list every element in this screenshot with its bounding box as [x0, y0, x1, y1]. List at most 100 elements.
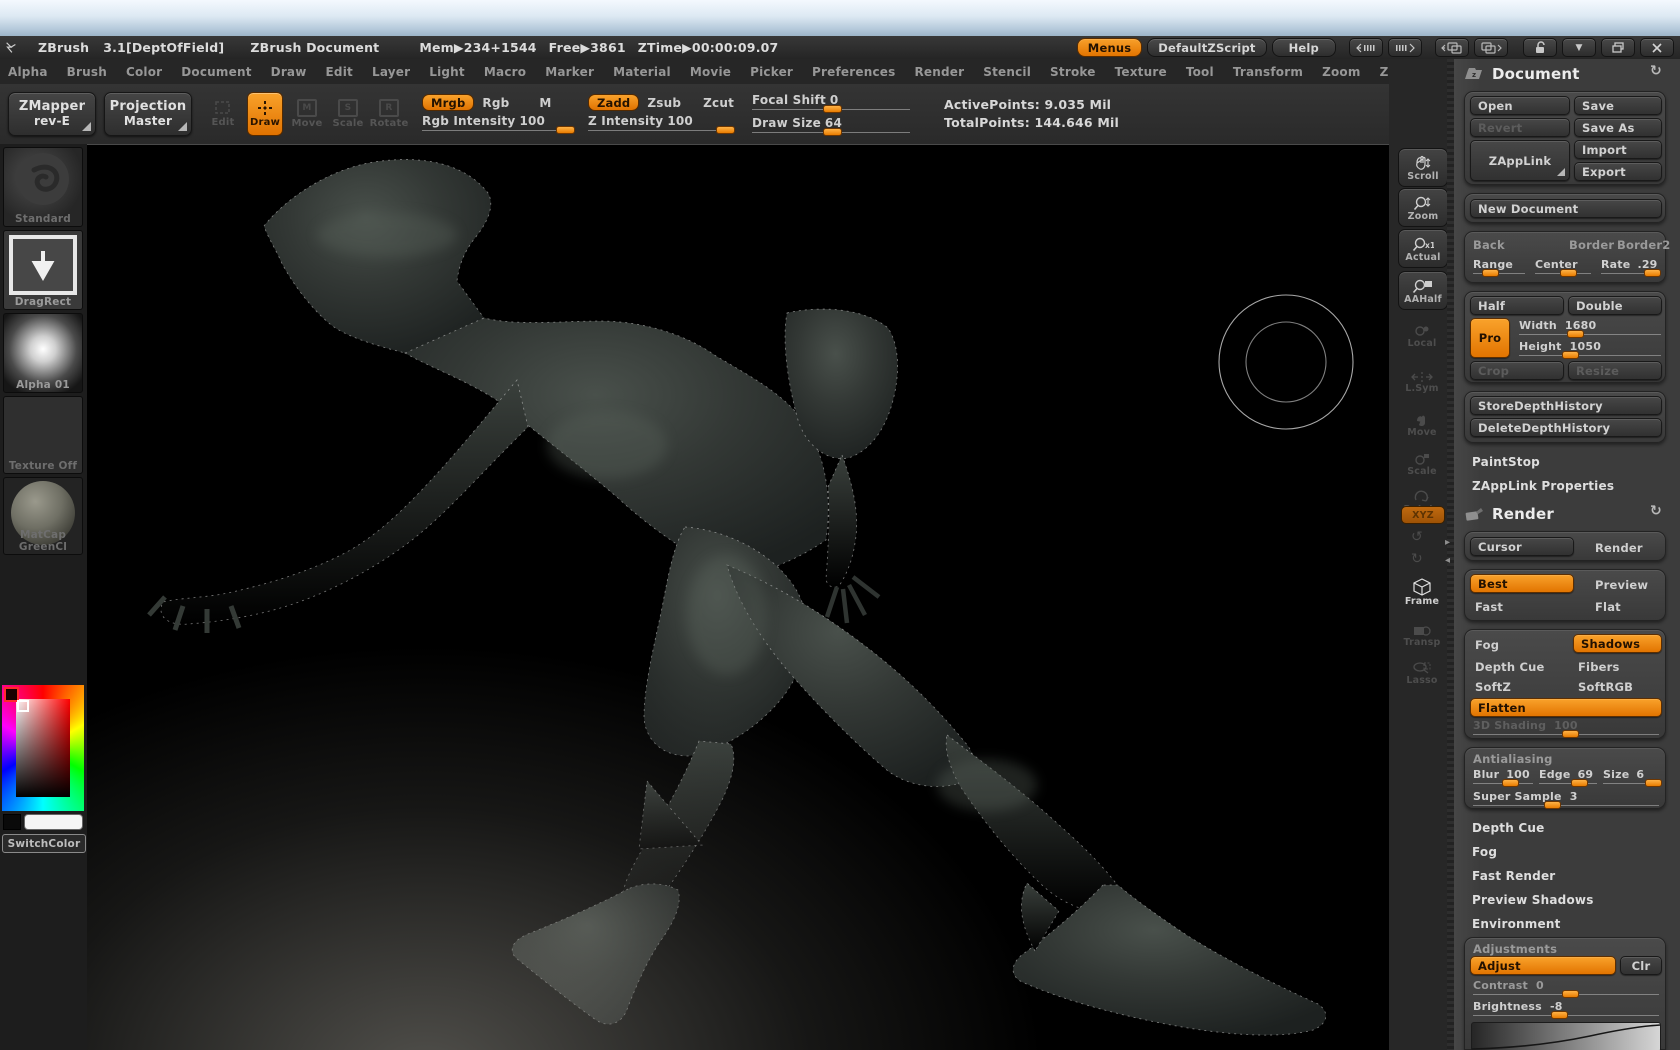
contrast-slider[interactable]: Contrast 0: [1473, 979, 1659, 998]
divider-expand-icon[interactable]: ▸: [1445, 537, 1450, 548]
super-sample-slider[interactable]: Super Sample 3: [1473, 790, 1659, 809]
restore-button[interactable]: [1601, 38, 1635, 57]
save-as-button[interactable]: Save As: [1574, 118, 1662, 137]
menu-item-movie[interactable]: Movie: [690, 65, 731, 79]
menu-item-draw[interactable]: Draw: [271, 65, 307, 79]
frame-button[interactable]: Frame: [1398, 573, 1446, 610]
spin-y-icon[interactable]: ↺: [1411, 529, 1423, 545]
rate-slider[interactable]: Rate .29: [1601, 258, 1661, 277]
menu-item-preferences[interactable]: Preferences: [812, 65, 895, 79]
render-reset-icon[interactable]: ↻: [1650, 503, 1662, 519]
zadd-button[interactable]: Zadd: [588, 94, 639, 111]
environment-section[interactable]: Environment: [1472, 917, 1561, 931]
scroll-tool-button[interactable]: Scroll: [1398, 148, 1448, 187]
fast-render-section[interactable]: Fast Render: [1472, 869, 1555, 883]
m-button[interactable]: M: [539, 96, 551, 110]
document-panel-header[interactable]: z Document ↻: [1464, 63, 1670, 85]
menu-item-texture[interactable]: Texture: [1115, 65, 1167, 79]
menu-item-macro[interactable]: Macro: [484, 65, 526, 79]
zapplink-properties-section[interactable]: ZAppLink Properties: [1472, 479, 1614, 493]
menu-item-material[interactable]: Material: [613, 65, 671, 79]
softrgb-toggle[interactable]: SoftRGB: [1578, 680, 1633, 694]
resize-button[interactable]: Resize: [1568, 361, 1662, 380]
menus-toggle-button[interactable]: Menus: [1077, 38, 1142, 57]
aahalf-button[interactable]: AAHalf: [1398, 271, 1448, 310]
brush-thumbnail[interactable]: Standard: [3, 147, 83, 227]
delete-depth-history-button[interactable]: DeleteDepthHistory: [1470, 418, 1662, 437]
menu-item-picker[interactable]: Picker: [750, 65, 793, 79]
revert-button[interactable]: Revert: [1470, 118, 1570, 137]
material-thumbnail[interactable]: MatCap GreenCl: [3, 477, 83, 555]
store-depth-history-button[interactable]: StoreDepthHistory: [1470, 396, 1662, 415]
divider-collapse-icon[interactable]: ◂: [1445, 555, 1450, 566]
strip-move-button[interactable]: Move: [1398, 406, 1446, 443]
lsym-button[interactable]: L.Sym: [1398, 363, 1446, 400]
zmapper-button[interactable]: ZMapper rev-E: [8, 92, 96, 136]
shadows-toggle[interactable]: Shadows: [1573, 634, 1662, 653]
save-button[interactable]: Save: [1574, 96, 1662, 115]
pro-button[interactable]: Pro: [1470, 318, 1510, 358]
z-intensity-slider[interactable]: Z Intensity100: [588, 114, 730, 134]
shading-slider[interactable]: 3D Shading 100: [1473, 719, 1659, 738]
zcut-button[interactable]: Zcut: [703, 96, 734, 110]
menu-item-layer[interactable]: Layer: [372, 65, 410, 79]
move-mode-button[interactable]: M Move: [290, 93, 324, 135]
draw-size-slider[interactable]: Draw Size64: [752, 116, 910, 136]
menu-item-stroke[interactable]: Stroke: [1050, 65, 1096, 79]
menu-item-light[interactable]: Light: [429, 65, 465, 79]
adjustment-curve-widget[interactable]: [1471, 1022, 1661, 1050]
transp-button[interactable]: Transp: [1398, 617, 1446, 654]
actual-size-button[interactable]: x1 Actual: [1398, 229, 1448, 268]
menu-item-edit[interactable]: Edit: [326, 65, 353, 79]
zapplink-button[interactable]: ZAppLink: [1470, 140, 1570, 181]
border-button[interactable]: Border: [1569, 238, 1614, 252]
menu-item-zoom[interactable]: Zoom: [1322, 65, 1361, 79]
document-canvas[interactable]: [87, 144, 1389, 1050]
half-button[interactable]: Half: [1470, 296, 1564, 315]
best-render-button[interactable]: Best: [1470, 574, 1574, 593]
menu-item-brush[interactable]: Brush: [67, 65, 107, 79]
crop-button[interactable]: Crop: [1470, 361, 1564, 380]
color-picker[interactable]: [2, 685, 84, 811]
panel-divider[interactable]: ▸ ◂: [1447, 59, 1454, 1050]
texture-thumbnail[interactable]: Texture Off: [3, 396, 83, 474]
stroke-thumbnail[interactable]: DragRect: [3, 230, 83, 310]
menu-item-marker[interactable]: Marker: [545, 65, 594, 79]
draw-mode-button[interactable]: Draw: [247, 92, 283, 136]
paintstop-section[interactable]: PaintStop: [1472, 455, 1540, 469]
zoom-tool-button[interactable]: Zoom: [1398, 188, 1448, 227]
brightness-slider[interactable]: Brightness -8: [1473, 1000, 1659, 1019]
fibers-toggle[interactable]: Fibers: [1578, 660, 1620, 674]
lock-button[interactable]: [1523, 38, 1557, 57]
switch-color-button[interactable]: SwitchColor: [2, 834, 86, 853]
spin-z-icon[interactable]: ↻: [1411, 551, 1423, 567]
import-button[interactable]: Import: [1574, 140, 1662, 159]
menu-item-stencil[interactable]: Stencil: [983, 65, 1031, 79]
blur-slider[interactable]: Blur 100: [1473, 768, 1533, 787]
new-document-button[interactable]: New Document: [1470, 199, 1662, 218]
saturation-square[interactable]: [16, 699, 70, 797]
softz-toggle[interactable]: SoftZ: [1475, 680, 1511, 694]
preview-shadows-section[interactable]: Preview Shadows: [1472, 893, 1594, 907]
rgb-intensity-slider[interactable]: Rgb Intensity100: [422, 114, 574, 134]
focal-shift-slider[interactable]: Focal Shift0: [752, 93, 910, 113]
fast-render-button[interactable]: Fast: [1475, 600, 1503, 614]
edge-slider[interactable]: Edge 69: [1539, 768, 1597, 787]
depth-cue-section[interactable]: Depth Cue: [1472, 821, 1544, 835]
menu-item-tool[interactable]: Tool: [1186, 65, 1214, 79]
fog-toggle[interactable]: Fog: [1475, 638, 1499, 652]
menu-item-color[interactable]: Color: [126, 65, 162, 79]
width-slider[interactable]: Width 1680: [1519, 319, 1661, 338]
menu-item-document[interactable]: Document: [181, 65, 251, 79]
rgb-button[interactable]: Rgb: [482, 96, 509, 110]
grow-ui-button[interactable]: [1388, 38, 1422, 57]
alpha-thumbnail[interactable]: Alpha 01: [3, 313, 83, 393]
document-reset-icon[interactable]: ↻: [1650, 63, 1662, 79]
local-pivot-button[interactable]: Local: [1398, 317, 1446, 354]
main-color-swatch[interactable]: [24, 814, 83, 830]
help-button[interactable]: Help: [1272, 38, 1336, 57]
xyz-rotate-button[interactable]: XYZ: [1401, 506, 1445, 524]
next-document-button[interactable]: [1474, 38, 1508, 57]
menu-item-alpha[interactable]: Alpha: [8, 65, 48, 79]
shrink-ui-button[interactable]: [1349, 38, 1383, 57]
